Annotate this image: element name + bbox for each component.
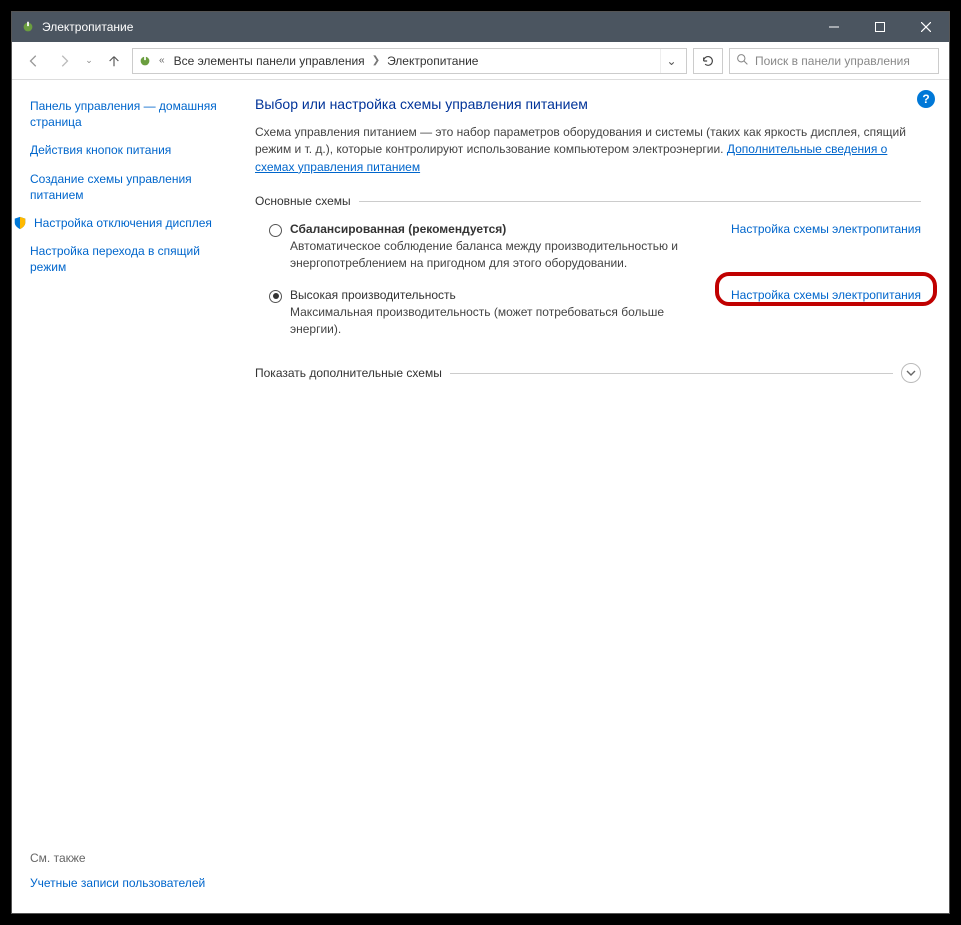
- plan-balanced-settings-link[interactable]: Настройка схемы электропитания: [719, 222, 921, 236]
- section-basic-label: Основные схемы: [255, 194, 351, 208]
- power-options-icon: [137, 53, 153, 69]
- sidebar-create-plan-link[interactable]: Создание схемы управления питанием: [30, 171, 217, 203]
- section-basic-plans: Основные схемы: [255, 194, 921, 208]
- plan-balanced-desc: Автоматическое соблюдение баланса между …: [290, 238, 711, 272]
- search-icon: [736, 53, 749, 69]
- content: Выбор или настройка схемы управления пит…: [227, 80, 949, 913]
- divider: [359, 201, 921, 202]
- sidebar-user-accounts-link[interactable]: Учетные записи пользователей: [30, 875, 217, 891]
- page-heading: Выбор или настройка схемы управления пит…: [255, 96, 921, 112]
- chevron-down-icon[interactable]: [901, 363, 921, 383]
- radio-balanced[interactable]: [269, 224, 282, 237]
- maximize-button[interactable]: [857, 12, 903, 42]
- toolbar: ⌄ « Все элементы панели управления ❯ Эле…: [12, 42, 949, 80]
- plan-balanced-title: Сбалансированная (рекомендуется): [290, 222, 711, 236]
- plan-balanced: Сбалансированная (рекомендуется) Автомат…: [255, 218, 921, 274]
- plan-high-performance: Высокая производительность Максимальная …: [255, 284, 921, 340]
- search-input[interactable]: [755, 54, 932, 68]
- power-icon: [20, 19, 36, 35]
- breadcrumb-sep-icon[interactable]: ❯: [372, 55, 380, 66]
- sidebar-home-link[interactable]: Панель управления — домашняя страница: [30, 98, 217, 130]
- plan-high-perf-title: Высокая производительность: [290, 288, 711, 302]
- nav-recent-dropdown[interactable]: ⌄: [82, 55, 96, 66]
- sidebar-sleep-link[interactable]: Настройка перехода в спящий режим: [30, 243, 217, 275]
- breadcrumb-overflow[interactable]: «: [157, 55, 167, 66]
- titlebar: Электропитание: [12, 12, 949, 42]
- body: ? Панель управления — домашняя страница …: [12, 80, 949, 913]
- address-dropdown-icon[interactable]: ⌄: [660, 49, 682, 73]
- search-box[interactable]: [729, 48, 939, 74]
- sidebar: Панель управления — домашняя страница Де…: [12, 80, 227, 913]
- nav-forward-button[interactable]: [52, 49, 76, 73]
- breadcrumb-seg-all-items[interactable]: Все элементы панели управления: [171, 52, 368, 70]
- sidebar-button-actions-link[interactable]: Действия кнопок питания: [30, 142, 217, 158]
- breadcrumb-seg-power[interactable]: Электропитание: [384, 52, 481, 70]
- section-more-plans[interactable]: Показать дополнительные схемы: [255, 363, 921, 383]
- see-also-label: См. также: [30, 851, 217, 865]
- nav-up-button[interactable]: [102, 49, 126, 73]
- section-more-label: Показать дополнительные схемы: [255, 366, 442, 380]
- radio-high-performance[interactable]: [269, 290, 282, 303]
- minimize-button[interactable]: [811, 12, 857, 42]
- window: Электропитание ⌄: [11, 11, 950, 914]
- window-title: Электропитание: [42, 20, 811, 34]
- sidebar-display-off-link[interactable]: Настройка отключения дисплея: [34, 215, 212, 231]
- close-button[interactable]: [903, 12, 949, 42]
- nav-back-button[interactable]: [22, 49, 46, 73]
- plan-high-perf-desc: Максимальная производительность (может п…: [290, 304, 711, 338]
- divider: [450, 373, 893, 374]
- plan-high-perf-settings-link[interactable]: Настройка схемы электропитания: [719, 288, 921, 302]
- shield-icon: [12, 215, 28, 231]
- address-bar[interactable]: « Все элементы панели управления ❯ Элект…: [132, 48, 687, 74]
- window-controls: [811, 12, 949, 42]
- refresh-button[interactable]: [693, 48, 723, 74]
